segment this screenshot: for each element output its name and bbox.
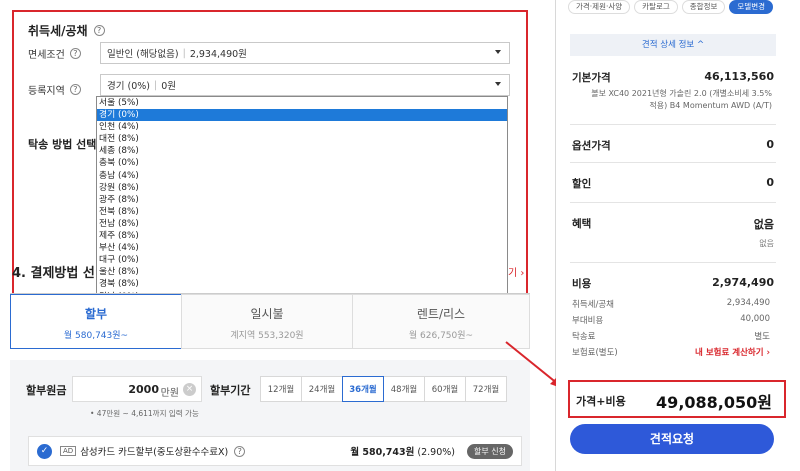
base-price-value: 46,113,560 — [704, 70, 774, 83]
top-buttons: 가격·제원·사양 카탈로그 종합정보 모델변경 — [568, 0, 773, 14]
divider — [570, 262, 776, 263]
cost-value: 2,974,490 — [712, 276, 774, 289]
insurance-calc-link[interactable]: 내 보험료 계산하기 › — [695, 346, 770, 358]
chevron-down-icon — [495, 50, 501, 54]
region-option[interactable]: 세종 (8%) — [97, 145, 507, 157]
left-panel: 취득세/공채 ? 면세조건 ? 일반인 (해당없음) | 2,934,490원 … — [0, 0, 540, 471]
help-icon[interactable]: ? — [69, 84, 81, 95]
cost-label: 비용 — [572, 278, 592, 290]
divider — [570, 124, 776, 125]
region-option[interactable]: 울산 (8%) — [97, 266, 507, 278]
catalog-button[interactable]: 카탈로그 — [634, 0, 678, 14]
payment-title: 4. 결제방법 선 — [12, 266, 95, 281]
principal-input[interactable]: 2000 만원 × — [72, 376, 202, 402]
region-option[interactable]: 서울 (5%) — [97, 97, 507, 109]
region-option[interactable]: 전남 (8%) — [97, 218, 507, 230]
region-select[interactable]: 경기 (0%) | 0원 — [100, 74, 510, 96]
tab-installment[interactable]: 할부 월 580,743원~ — [10, 294, 182, 349]
benefit-sub: 없음 — [759, 239, 774, 248]
discount-value: 0 — [766, 176, 774, 189]
installment-panel: 할부원금 2000 만원 × • 47만원 ~ 4,611까지 입력 가능 할부… — [10, 360, 530, 471]
cost-item: 탁송료 별도 — [572, 332, 770, 342]
month-option[interactable]: 36개월 — [342, 376, 384, 402]
cost-item: 보험료(별도) 내 보험료 계산하기 › — [572, 346, 770, 358]
benefit-value: 없음 — [753, 218, 774, 231]
region-dropdown[interactable]: 서울 (5%) 경기 (0%) 인천 (4%) 대전 (8%) 세종 (8%) 충북 (0… — [96, 96, 508, 302]
tab-lumpsum[interactable]: 일시불 계지역 553,320원 — [181, 294, 353, 349]
benefit-label: 혜택 — [572, 218, 592, 230]
region-option[interactable]: 충북 (0%) — [97, 157, 507, 169]
card-offer-row: ✓ AD 삼성카드 카드할부(중도상환수수료X) ? 월 580,743원 (2… — [28, 436, 522, 466]
region-option[interactable]: 제주 (8%) — [97, 230, 507, 242]
help-icon[interactable]: ? — [93, 25, 105, 36]
divider — [570, 162, 776, 163]
card-name: 삼성카드 카드할부(중도상환수수료X) — [80, 447, 229, 458]
help-icon[interactable]: ? — [234, 445, 246, 457]
total-label: 가격+비용 — [576, 395, 626, 408]
region-option[interactable]: 부산 (4%) — [97, 242, 507, 254]
region-option[interactable]: 대전 (8%) — [97, 133, 507, 145]
region-option[interactable]: 경북 (8%) — [97, 278, 507, 290]
detail-toggle[interactable]: 견적 상세 정보 ^ — [570, 34, 776, 56]
region-option[interactable]: 경기 (0%) — [97, 109, 507, 122]
month-option[interactable]: 60개월 — [424, 376, 466, 402]
region-option[interactable]: 광주 (8%) — [97, 194, 507, 206]
ad-badge: AD — [60, 446, 77, 456]
base-price-desc: 볼보 XC40 2021년형 가솔린 2.0 (개별소비세 3.5% 적용) B… — [591, 89, 772, 110]
region-option[interactable]: 대구 (0%) — [97, 254, 507, 266]
total-box: 가격+비용 49,088,050원 — [568, 380, 786, 418]
payment-link[interactable]: 기 › — [508, 264, 524, 279]
spec-button[interactable]: 가격·제원·사양 — [568, 0, 631, 14]
discount-label: 할인 — [572, 178, 592, 190]
region-option[interactable]: 충남 (4%) — [97, 170, 507, 182]
tax-title: 취득세/공채 ? — [28, 22, 105, 39]
period-label: 할부기간 — [210, 384, 251, 397]
model-change-button[interactable]: 모델변경 — [729, 0, 773, 14]
region-option[interactable]: 전북 (8%) — [97, 206, 507, 218]
cost-item: 부대비용 40,000 — [572, 314, 770, 326]
summary-panel: 가격·제원·사양 카탈로그 종합정보 모델변경 견적 상세 정보 ^ 기본가격 … — [556, 0, 800, 471]
close-icon[interactable]: × — [183, 383, 196, 396]
base-price-label: 기본가격 — [572, 72, 611, 84]
help-icon[interactable]: ? — [69, 48, 81, 59]
month-option[interactable]: 24개월 — [301, 376, 343, 402]
month-option[interactable]: 12개월 — [260, 376, 302, 402]
month-options: 12개월 24개월 36개월 48개월 60개월 72개월 — [260, 376, 507, 402]
card-price: 월 580,743원 (2.90%) — [350, 447, 455, 458]
quote-request-button[interactable]: 견적요청 — [570, 424, 774, 454]
installment-apply-button[interactable]: 할부 신청 — [467, 443, 513, 459]
option-price-label: 옵션가격 — [572, 140, 611, 152]
divider — [570, 202, 776, 203]
check-icon[interactable]: ✓ — [37, 443, 52, 459]
payment-tabs: 할부 월 580,743원~ 일시불 계지역 553,320원 렌트/리스 월 … — [10, 293, 530, 349]
region-label: 등록지역 ? — [28, 82, 81, 97]
transport-label: 탁송 방법 선택 — [28, 138, 97, 151]
exempt-label: 면세조건 ? — [28, 46, 81, 61]
chevron-down-icon — [495, 82, 501, 86]
cost-item: 취득세/공채 2,934,490 — [572, 298, 770, 310]
principal-note: • 47만원 ~ 4,611까지 입력 가능 — [90, 409, 199, 418]
total-value: 49,088,050원 — [656, 393, 772, 412]
exempt-select[interactable]: 일반인 (해당없음) | 2,934,490원 — [100, 42, 510, 64]
principal-label: 할부원금 — [26, 384, 67, 397]
region-option[interactable]: 강원 (8%) — [97, 182, 507, 194]
region-option[interactable]: 인천 (4%) — [97, 121, 507, 133]
info-button[interactable]: 종합정보 — [681, 0, 726, 14]
month-option[interactable]: 48개월 — [383, 376, 425, 402]
option-price-value: 0 — [766, 138, 774, 151]
